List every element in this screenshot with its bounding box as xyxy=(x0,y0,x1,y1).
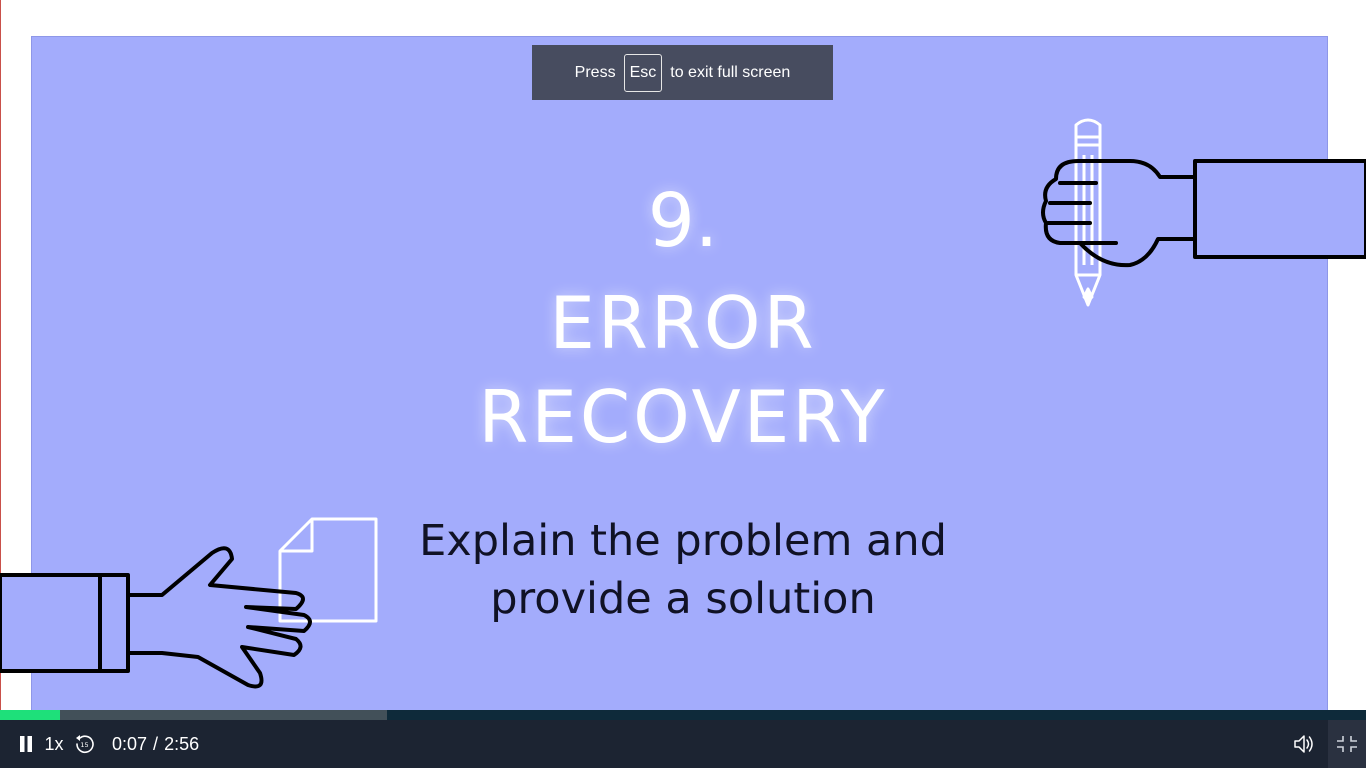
esc-key-badge: Esc xyxy=(623,53,663,92)
playback-speed-button[interactable]: 1x xyxy=(42,720,66,768)
fullscreen-exit-notice: Press Esc to exit full screen xyxy=(532,45,833,100)
volume-icon xyxy=(1294,735,1313,753)
slide-title-line-2: RECOVERY xyxy=(478,375,888,459)
notice-press-text: Press xyxy=(574,63,616,81)
volume-button[interactable] xyxy=(1290,720,1318,768)
slide-title-line-1: ERROR xyxy=(549,281,817,365)
current-time: 0:07 xyxy=(112,733,148,754)
time-separator: / xyxy=(153,733,159,754)
svg-text:15: 15 xyxy=(80,741,88,749)
pause-button[interactable] xyxy=(12,720,40,768)
rewind-15-icon: 15 xyxy=(76,735,94,754)
progress-bar[interactable] xyxy=(0,710,1366,720)
slide-subtitle-line-1: Explain the problem and xyxy=(419,516,947,566)
slide-subtitle-line-2: provide a solution xyxy=(490,574,876,624)
pause-icon xyxy=(20,736,32,752)
duration: 2:56 xyxy=(164,733,200,754)
slide-title: ERROR RECOVERY xyxy=(0,276,1366,464)
slide-subtitle: Explain the problem and provide a soluti… xyxy=(0,512,1366,628)
slide-number: 9. xyxy=(647,178,719,264)
rewind-15-button[interactable]: 15 xyxy=(70,720,98,768)
notice-suffix-text: to exit full screen xyxy=(670,63,791,81)
time-display: 0:07 / 2:56 xyxy=(112,720,199,768)
exit-fullscreen-icon xyxy=(1337,736,1357,752)
player-controls: 1x 15 0:07 / 2:56 xyxy=(0,720,1366,768)
exit-fullscreen-button[interactable] xyxy=(1328,720,1366,768)
progress-played xyxy=(0,710,60,720)
